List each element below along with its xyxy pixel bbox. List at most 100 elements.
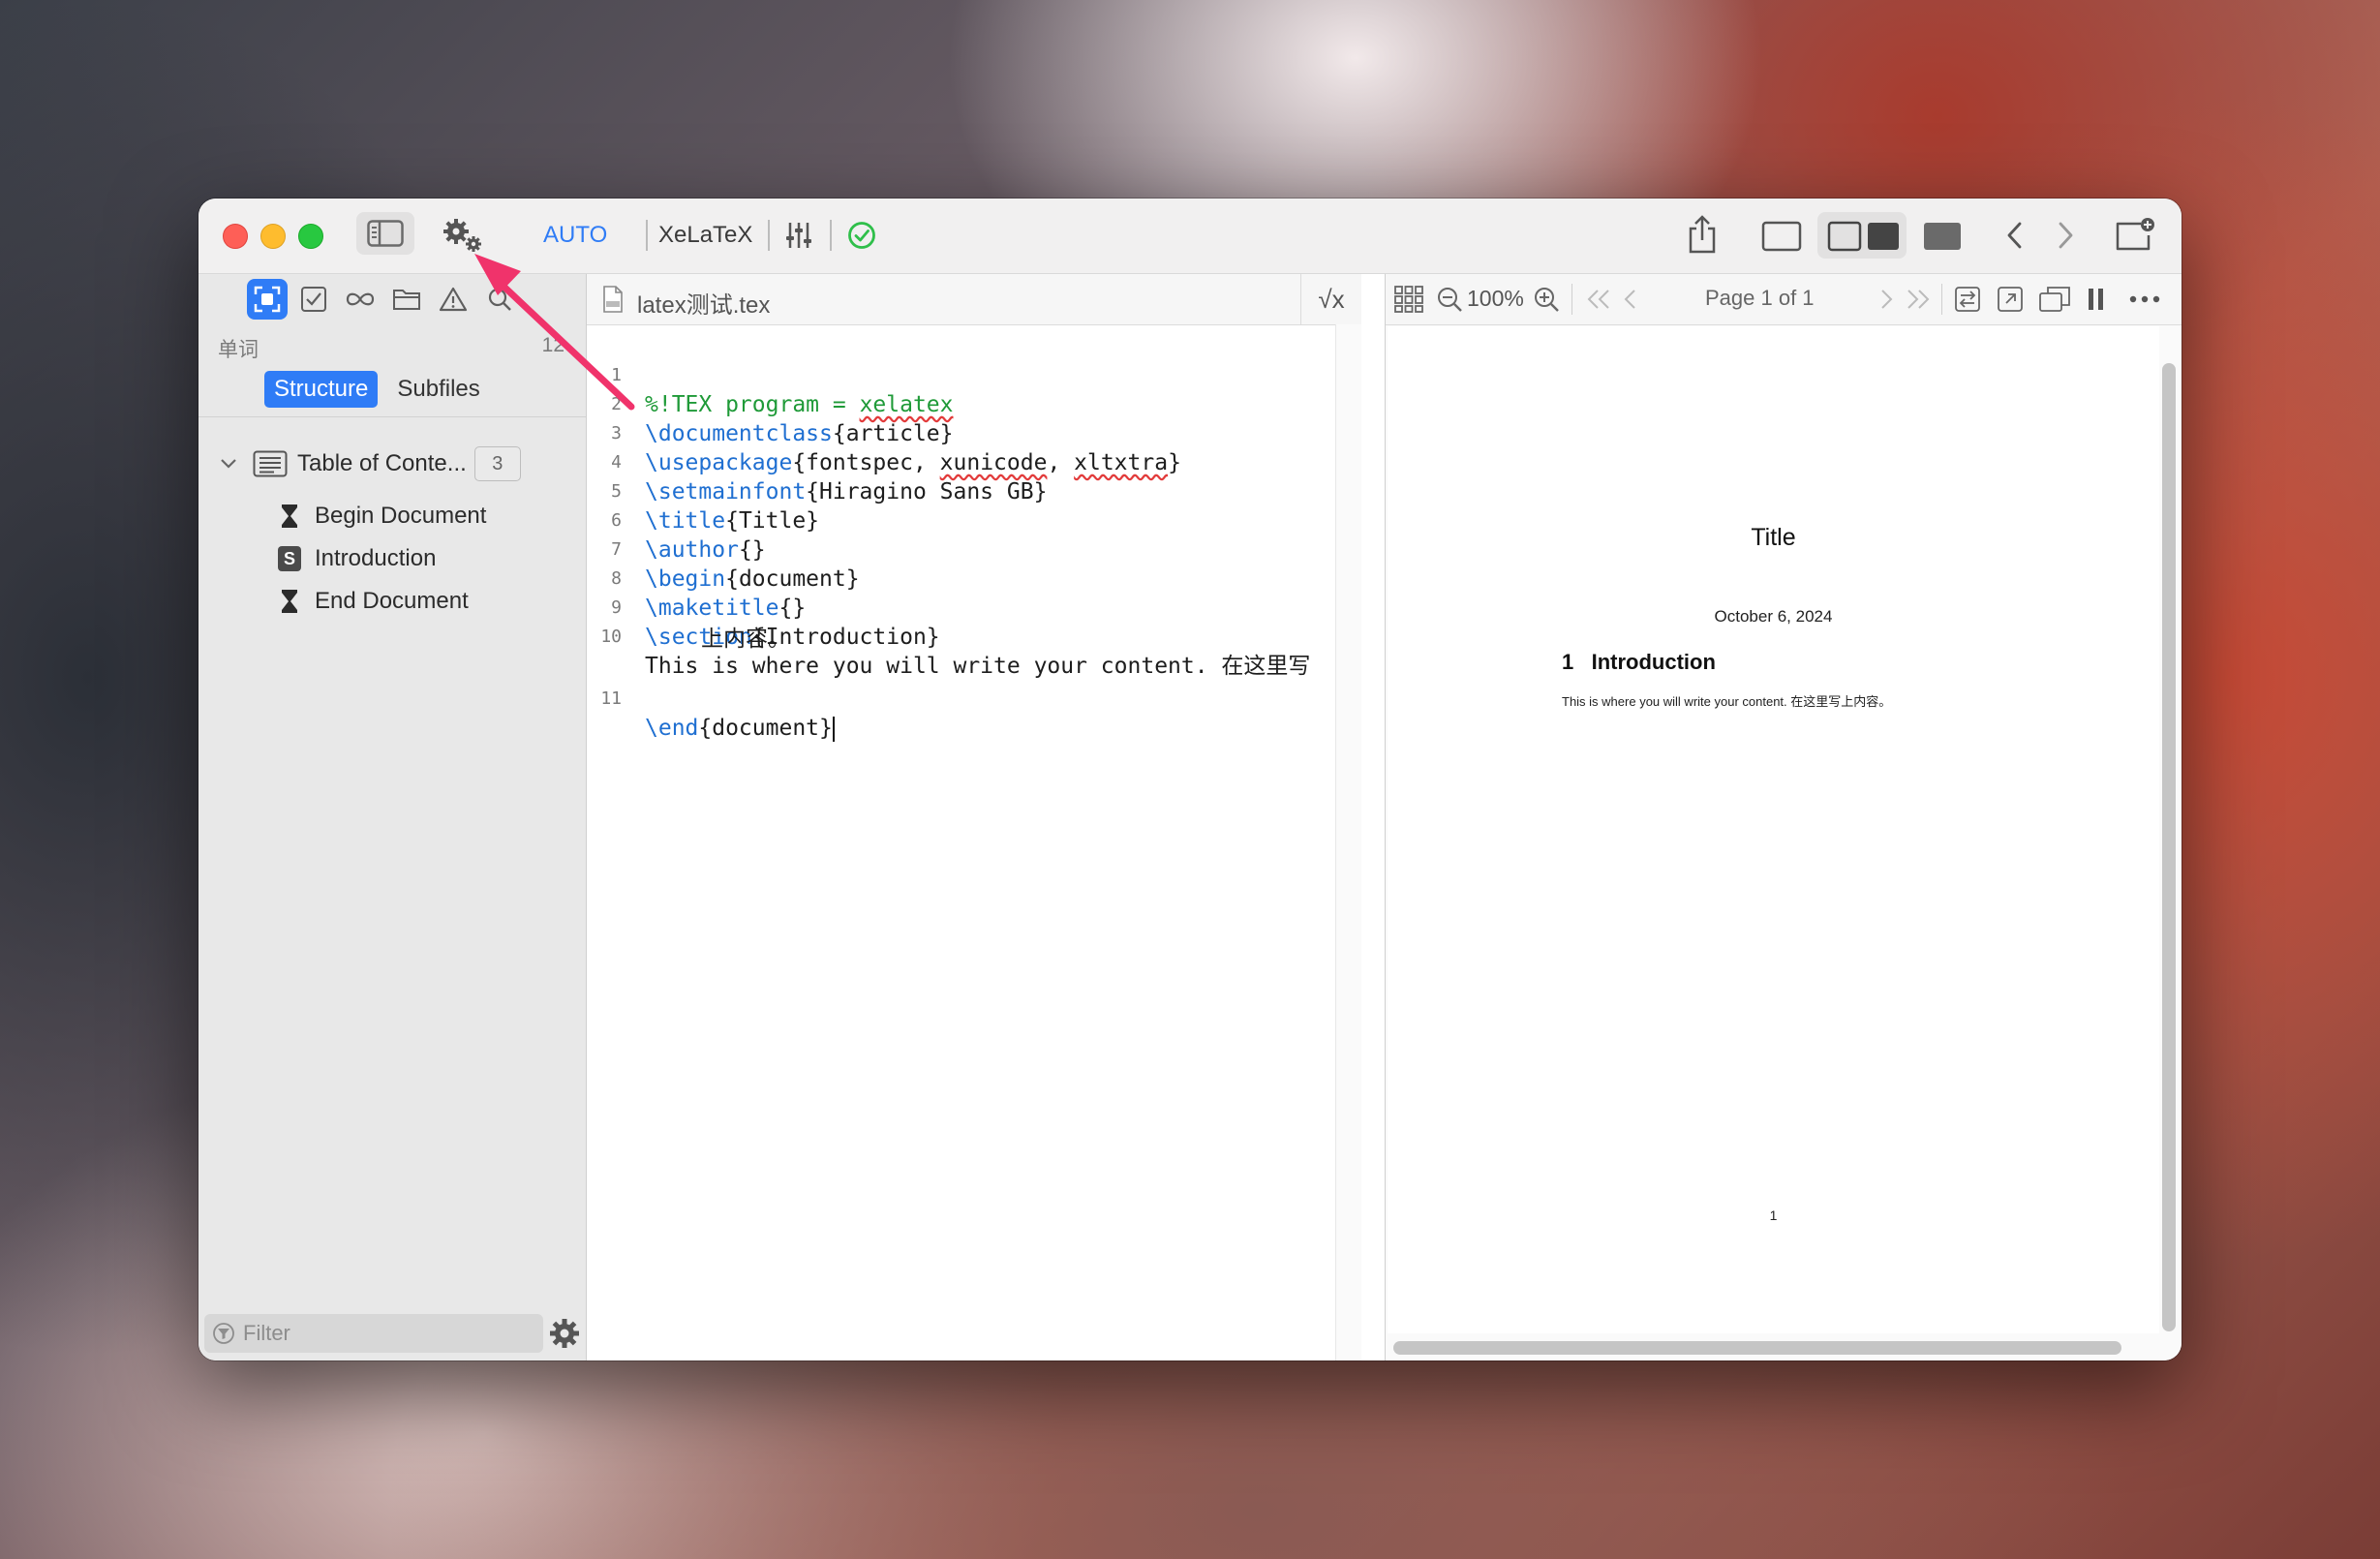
pause-button[interactable] xyxy=(2083,282,2110,317)
preview-horizontal-scrollbar[interactable] xyxy=(1393,1341,2121,1355)
zoom-window-button[interactable] xyxy=(298,224,323,249)
preview-vertical-scrollbar[interactable] xyxy=(2162,363,2176,1331)
editor-header: latex测试.tex √x xyxy=(587,274,1361,325)
file-name[interactable]: latex测试.tex xyxy=(637,286,770,320)
checkbox-icon xyxy=(301,287,326,312)
zoom-level[interactable]: 100% xyxy=(1467,286,1524,312)
sidebar-tab-todo[interactable] xyxy=(293,279,334,320)
chevron-left-icon xyxy=(1624,290,1635,309)
previous-page-button[interactable] xyxy=(1618,282,1643,317)
layout-editor-icon xyxy=(1761,221,1802,252)
layout-preview-only-button[interactable] xyxy=(1918,218,1967,255)
zoom-out-icon xyxy=(1438,288,1462,312)
sidebar-tab-files[interactable] xyxy=(386,279,427,320)
zoom-in-button[interactable] xyxy=(1531,282,1562,317)
text-caret xyxy=(832,716,835,742)
search-icon xyxy=(488,288,511,311)
toc-label: Table of Conte... xyxy=(297,450,467,476)
code-area[interactable]: 1 %!TEX program = xelatex 2 \documentcla… xyxy=(587,332,1361,742)
sidebar-tab-links[interactable] xyxy=(340,279,381,320)
sync-icon xyxy=(1955,287,1980,312)
outline-item-begin-document[interactable]: Begin Document xyxy=(276,503,486,530)
first-page-button[interactable] xyxy=(1584,282,1613,317)
gear-icon xyxy=(550,1319,579,1348)
layout-split-button[interactable] xyxy=(1825,218,1864,255)
compile-status-button[interactable] xyxy=(842,216,881,255)
code-text-wrap: 上内容。 xyxy=(701,627,790,652)
warning-triangle-icon xyxy=(439,287,468,312)
pdf-title: Title xyxy=(1751,524,1796,551)
grid-icon xyxy=(1394,286,1423,313)
code-line: 9 \section{Introduction} xyxy=(587,565,1361,650)
toolbar-separator xyxy=(768,220,770,251)
last-page-button[interactable] xyxy=(1904,282,1933,317)
sidebar-toggle-button[interactable] xyxy=(356,212,414,255)
open-external-button[interactable] xyxy=(1994,282,2027,317)
code-text: \end{document} xyxy=(645,716,835,742)
chevron-right-icon xyxy=(1881,290,1893,309)
new-window-button[interactable] xyxy=(2111,212,2159,257)
sidebar-segmented-control: Structure Subfiles xyxy=(264,371,490,408)
zoom-out-button[interactable] xyxy=(1434,282,1465,317)
layout-editor-only-button[interactable] xyxy=(1757,218,1806,255)
new-window-icon xyxy=(2116,218,2154,251)
back-button[interactable] xyxy=(1996,216,2034,255)
thumbnails-button[interactable] xyxy=(1391,282,1426,317)
math-symbols-button[interactable]: √x xyxy=(1300,274,1361,324)
filter-input[interactable]: Filter xyxy=(204,1314,543,1353)
close-window-button[interactable] xyxy=(223,224,248,249)
chevron-right-icon xyxy=(2059,222,2073,249)
toolbar-separator xyxy=(646,220,648,251)
tex-file-icon xyxy=(603,286,623,313)
double-chevron-right-icon xyxy=(1907,290,1930,309)
detach-preview-button[interactable] xyxy=(2036,282,2073,317)
section-s-icon: S xyxy=(276,545,303,572)
outline-item-end-document[interactable]: End Document xyxy=(276,588,469,615)
line-number: 11 xyxy=(600,688,622,709)
forward-button[interactable] xyxy=(2046,216,2085,255)
outline-item-introduction[interactable]: S Introduction xyxy=(276,545,436,572)
share-button[interactable] xyxy=(1680,212,1724,257)
tab-structure[interactable]: Structure xyxy=(264,371,379,408)
word-count-label: 单词 xyxy=(218,339,259,361)
code-line: 5 \title{Title} xyxy=(587,448,1361,534)
sidebar-tab-search[interactable] xyxy=(479,279,520,320)
tab-subfiles[interactable]: Subfiles xyxy=(387,371,489,408)
layout-preview-split-button[interactable] xyxy=(1864,218,1903,255)
sidebar-tab-warnings[interactable] xyxy=(433,279,473,320)
engine-selector[interactable]: XeLaTeX xyxy=(658,222,752,249)
section-badge: S xyxy=(278,546,301,571)
code-line: 3 \usepackage{fontspec, xunicode, xltxtr… xyxy=(587,390,1361,475)
engine-options-button[interactable] xyxy=(779,216,818,255)
word-count-value: 12 xyxy=(541,334,564,356)
code-line: 10 This is where you will write your con… xyxy=(587,594,1361,679)
double-chevron-left-icon xyxy=(1587,290,1609,309)
sidebar-divider xyxy=(198,416,586,417)
editor-scrollbar[interactable] xyxy=(1335,324,1361,1360)
toc-count-badge: 3 xyxy=(473,446,521,481)
typeset-mode-button[interactable]: AUTO xyxy=(543,222,607,249)
zoom-in-icon xyxy=(1535,288,1559,312)
typeset-settings-button[interactable] xyxy=(436,216,490,255)
minimize-window-button[interactable] xyxy=(260,224,286,249)
filter-icon xyxy=(213,1323,234,1344)
pause-icon xyxy=(2089,289,2103,310)
toolbar: AUTO XeLaTeX xyxy=(198,199,2182,274)
sync-scroll-button[interactable] xyxy=(1951,282,1984,317)
layout-preview-icon xyxy=(1868,223,1899,250)
outline-item-label: End Document xyxy=(315,588,469,614)
more-options-button[interactable] xyxy=(2125,282,2164,317)
pdf-date: October 6, 2024 xyxy=(1714,607,1833,626)
sidebar-toggle-icon xyxy=(367,220,404,247)
next-page-button[interactable] xyxy=(1874,282,1899,317)
code-line: 4 \setmainfont{Hiragino Sans GB} xyxy=(587,419,1361,504)
gears-icon xyxy=(443,219,481,252)
pdf-section-heading: 1 Introduction xyxy=(1562,650,1716,675)
pdf-preview: 100% Page 1 of 1 Title October 6, 2024 1… xyxy=(1385,274,2182,1360)
sidebar-settings-button[interactable] xyxy=(547,1312,582,1355)
preview-toolbar: 100% Page 1 of 1 xyxy=(1386,274,2182,325)
pdf-page[interactable]: Title October 6, 2024 1 Introduction Thi… xyxy=(1388,326,2159,1333)
folder-icon xyxy=(393,290,420,310)
toc-row[interactable]: Table of Conte... 3 xyxy=(218,446,521,481)
sidebar-tab-structure[interactable] xyxy=(247,279,288,320)
